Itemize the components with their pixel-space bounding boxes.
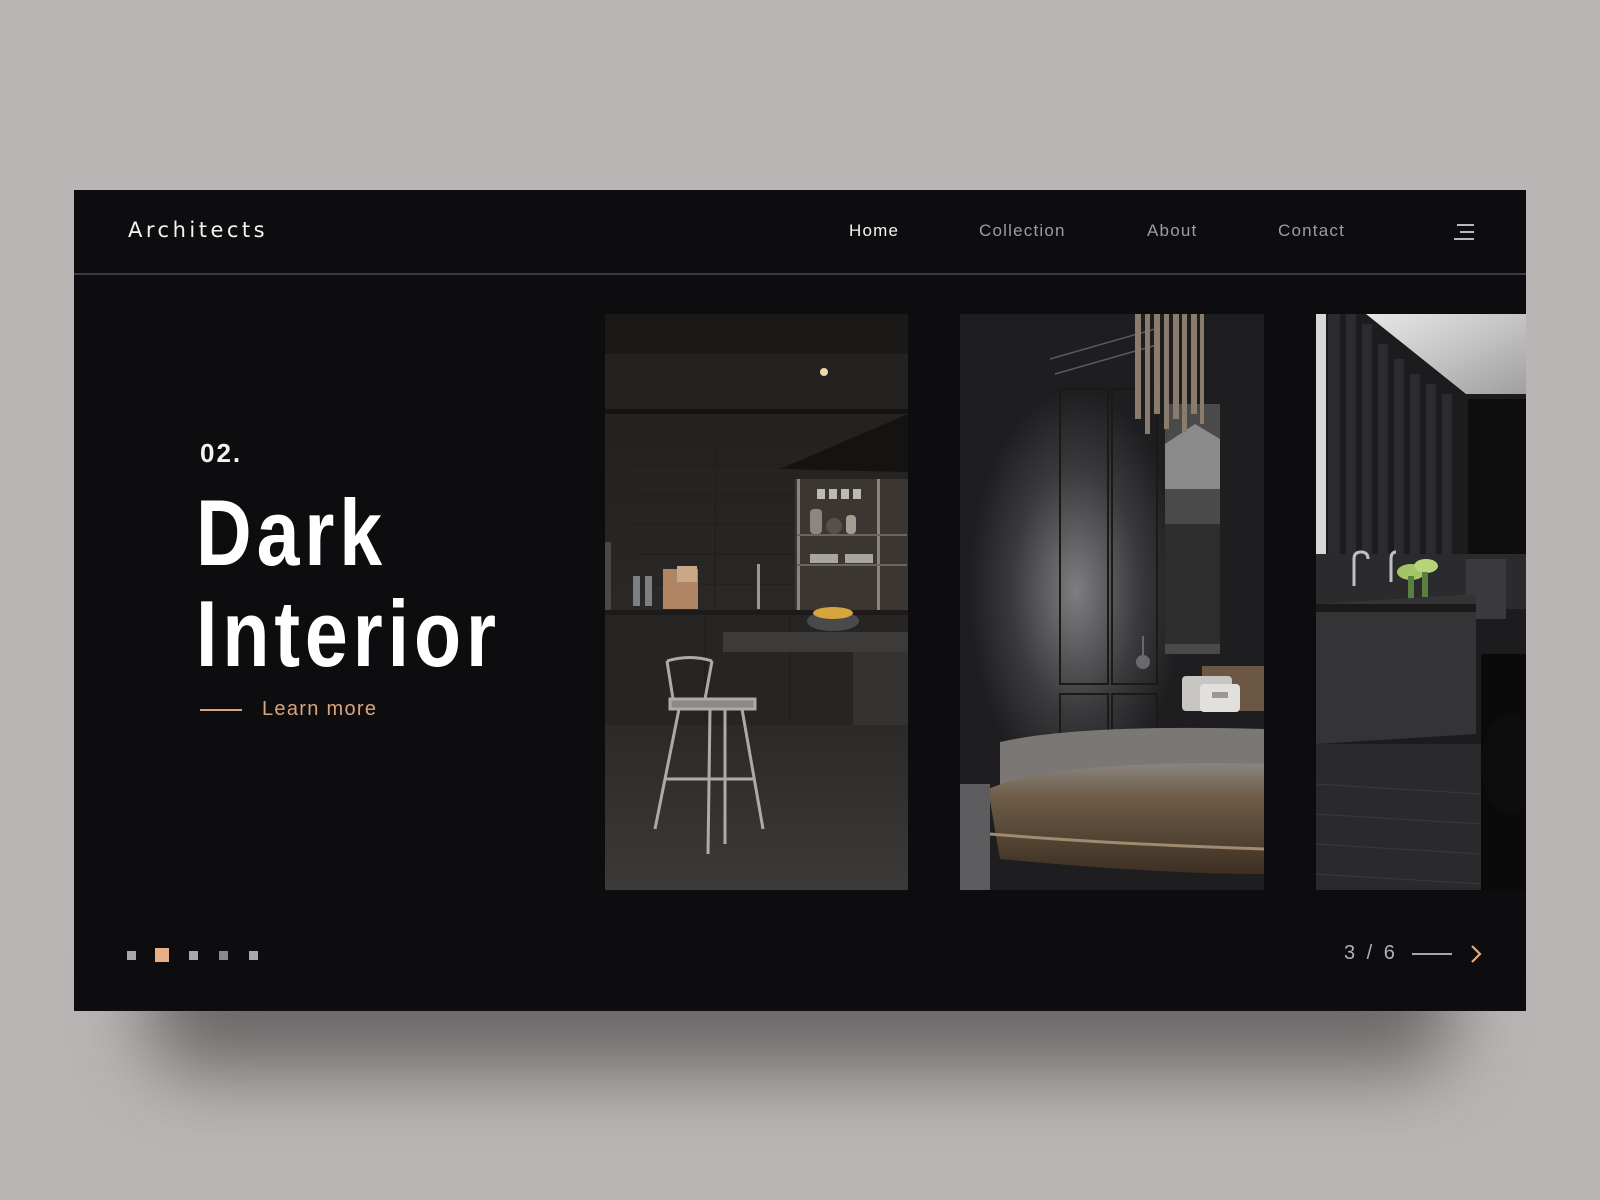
slide-counter: 3 / 6 [1344,942,1398,964]
pager-line [1411,952,1452,955]
slide-dot-4[interactable] [219,951,228,960]
nav-about[interactable]: About [1147,221,1197,241]
kitchen-image [605,314,908,890]
gallery-image-bedroom[interactable] [960,314,1264,890]
website-frame: Architects Home Collection About Contact… [74,190,1526,1011]
chevron-right-icon[interactable] [1468,943,1484,965]
hero-title-line1: Dark [196,480,388,585]
slide-dot-3[interactable] [189,951,198,960]
logo[interactable]: Architects [128,218,268,242]
site-header: Architects Home Collection About Contact [74,190,1526,275]
gallery-image-bathroom[interactable] [1316,314,1526,890]
hero-title: Dark Interior [196,482,501,684]
bathroom-image [1316,314,1526,890]
slide-dot-2-active[interactable] [155,948,169,962]
bedroom-image [960,314,1264,890]
slide-dot-5[interactable] [249,951,258,960]
slide-index: 02. [200,438,243,468]
learn-more-link[interactable]: Learn more [200,698,377,721]
nav-contact[interactable]: Contact [1278,221,1345,241]
learn-more-label: Learn more [262,698,378,720]
gallery-image-kitchen[interactable] [605,314,908,890]
nav-home[interactable]: Home [849,221,899,241]
hamburger-menu-icon[interactable] [1454,224,1474,240]
hero-title-line2: Interior [196,581,501,686]
learn-more-line [200,708,242,711]
nav-collection[interactable]: Collection [979,221,1066,241]
slide-dot-1[interactable] [127,951,136,960]
slide-pager: 3 / 6 [1344,942,1484,965]
